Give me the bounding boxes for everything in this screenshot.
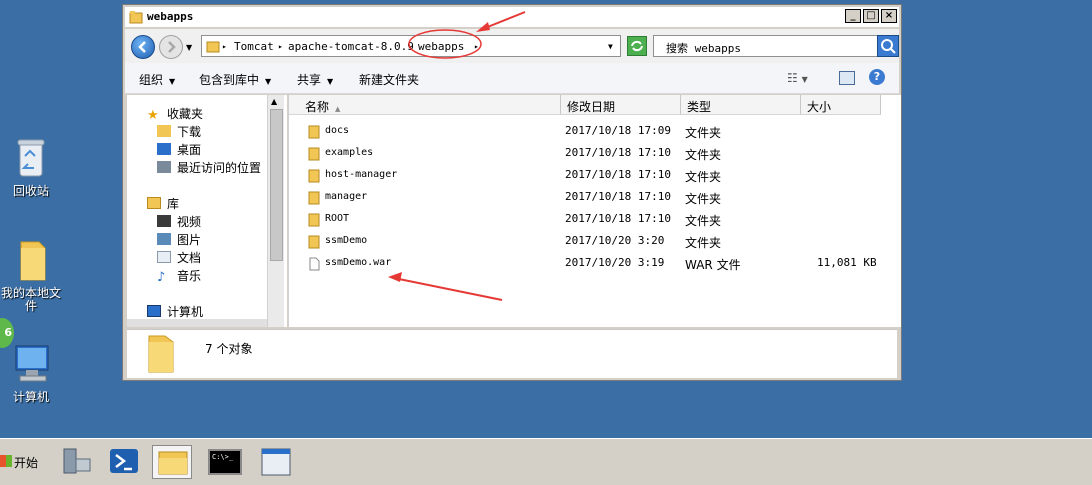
taskbar-window[interactable] xyxy=(256,445,296,479)
taskbar-cmd[interactable]: C:\>_ xyxy=(204,445,244,479)
annotation-arrow xyxy=(393,277,503,301)
server-manager-icon xyxy=(63,448,91,474)
taskbar-server-manager[interactable] xyxy=(56,445,96,479)
annotation-circle xyxy=(408,29,482,59)
taskbar-explorer[interactable] xyxy=(152,445,192,479)
powershell-icon xyxy=(110,449,138,473)
explorer-icon xyxy=(158,451,188,475)
annotation-arrowhead xyxy=(476,22,490,32)
cmd-icon: C:\>_ xyxy=(208,449,242,475)
taskbar-powershell[interactable] xyxy=(104,445,144,479)
start-button[interactable]: 开始 xyxy=(0,447,44,477)
taskbar: 开始 C:\>_ xyxy=(0,438,1092,485)
window-icon xyxy=(261,448,291,476)
annotation-arrowhead xyxy=(388,272,402,282)
windows-logo-icon xyxy=(0,455,12,467)
annotation-overlay xyxy=(388,11,526,301)
